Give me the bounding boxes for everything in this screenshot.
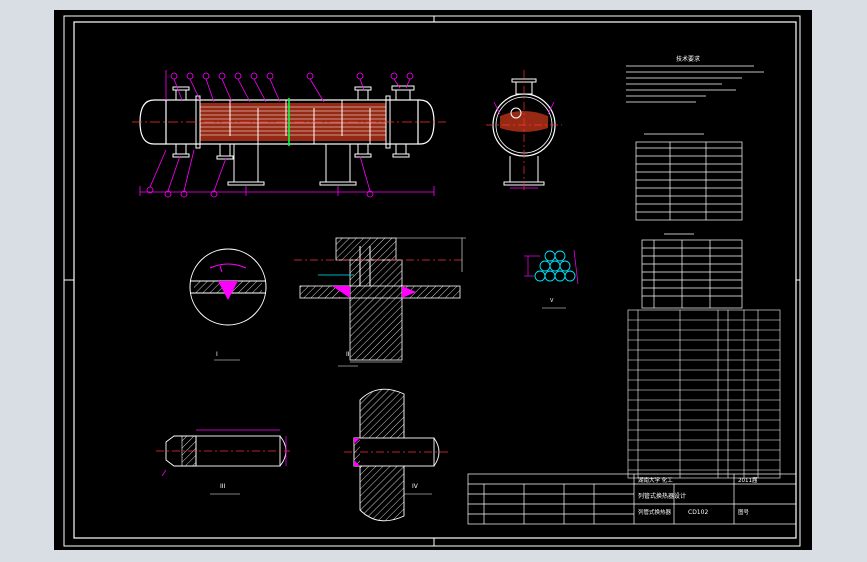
sheet-label: 图号 xyxy=(738,508,750,516)
main-elevation-view xyxy=(132,70,446,198)
title-block: 湖南大学 化工 2011届 列管式换热器设计 CD102 图号 列管式换热器 xyxy=(467,473,797,525)
outer-border xyxy=(63,15,801,547)
detail-i: I xyxy=(189,248,267,361)
year-label: 2011届 xyxy=(738,477,758,484)
project-title: 列管式换热器设计 xyxy=(638,492,686,500)
technical-notes: 技术要求 xyxy=(626,55,764,103)
drawing-name: 列管式换热器 xyxy=(638,508,672,516)
design-parameters-table xyxy=(635,133,743,221)
saddle-supports xyxy=(227,144,357,186)
drawing-code: CD102 xyxy=(688,509,708,516)
detail-iii-label: III xyxy=(220,483,226,490)
detail-v: V xyxy=(524,249,579,309)
detail-ii-label: II xyxy=(346,351,350,358)
bottom-nozzles xyxy=(172,143,410,160)
end-view xyxy=(486,70,562,190)
cad-viewport: 技术要求 湖南大学 化工 2011届 列管式换热器设计 CD102 图号 列管式… xyxy=(0,0,867,562)
detail-ii: II xyxy=(294,237,466,367)
detail-i-label: I xyxy=(216,351,218,358)
notes-heading: 技术要求 xyxy=(676,55,700,63)
parts-list xyxy=(627,309,781,479)
drawing-sheet[interactable]: 技术要求 湖南大学 化工 2011届 列管式换热器设计 CD102 图号 列管式… xyxy=(54,10,812,550)
detail-v-label: V xyxy=(550,298,554,304)
detail-iii: III xyxy=(156,429,290,495)
university-label: 湖南大学 化工 xyxy=(638,476,673,484)
detail-iv-label: IV xyxy=(412,483,419,490)
detail-iv: IV xyxy=(344,388,450,522)
drawing-canvas: 技术要求 湖南大学 化工 2011届 列管式换热器设计 CD102 图号 列管式… xyxy=(63,15,801,547)
nozzle-table xyxy=(641,233,743,309)
